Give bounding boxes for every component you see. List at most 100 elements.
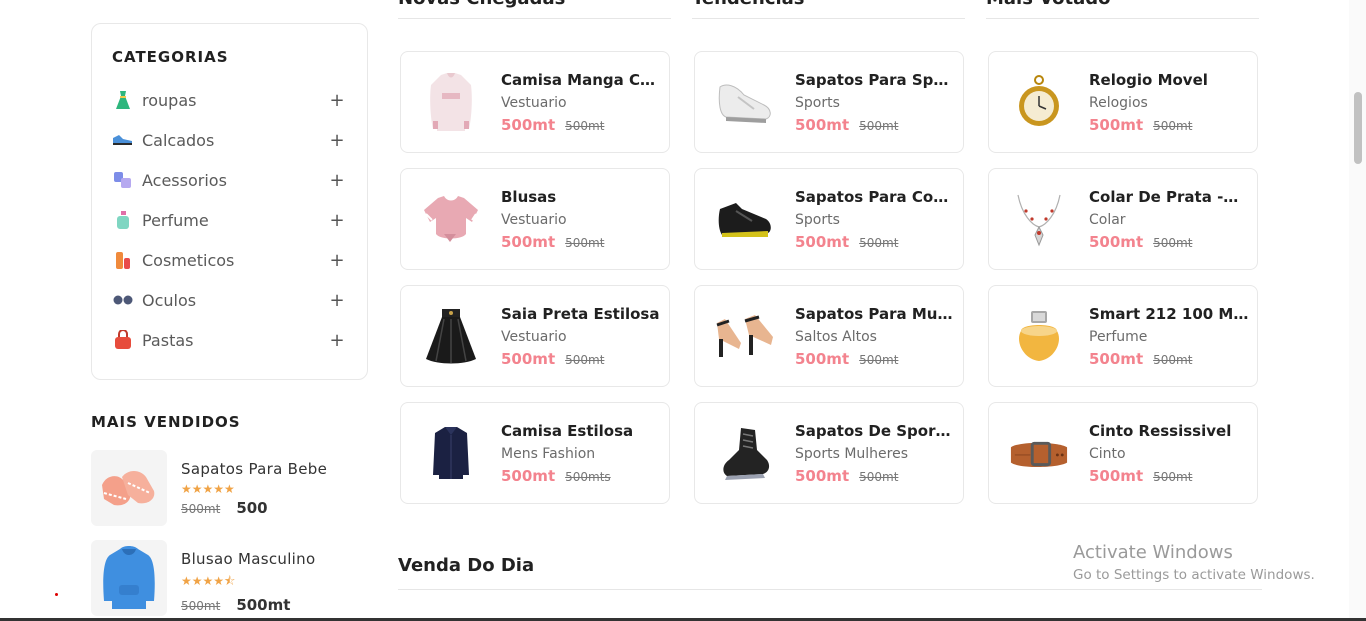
product-name[interactable]: Blusas — [501, 188, 661, 206]
product-old-price: 500mt — [859, 235, 899, 250]
product-name[interactable]: Smart 212 100 Ml P... — [1089, 305, 1249, 323]
category-label: Cosmeticos — [142, 250, 235, 270]
product-card[interactable]: Cinto Ressissivel Cinto 500mt 500mt — [988, 402, 1258, 504]
category-label: Oculos — [142, 290, 197, 310]
category-cosmeticos[interactable]: Cosmeticos + — [112, 240, 347, 280]
boot-icon — [715, 184, 775, 254]
price: 500mt — [236, 596, 291, 614]
category-label: roupas — [142, 90, 197, 110]
best-seller-item[interactable]: Blusao Masculino ★★★★⯪ 500mt 500mt — [91, 540, 315, 616]
product-name[interactable]: Sapatos De Sport ... — [795, 422, 955, 440]
product-name[interactable]: Sapatos Para Spor... — [795, 71, 955, 89]
product-name[interactable]: Cinto Ressissivel — [1089, 422, 1249, 440]
category-perfume[interactable]: Perfume + — [112, 200, 347, 240]
product-card[interactable]: Camisa Estilosa Mens Fashion 500mt 500mts — [400, 402, 670, 504]
product-category: Perfume — [1089, 328, 1148, 345]
scrollbar-thumb[interactable] — [1354, 92, 1362, 164]
product-name[interactable]: Relogio Movel — [1089, 71, 1249, 89]
product-card[interactable]: Blusas Vestuario 500mt 500mt — [400, 168, 670, 270]
expand-icon[interactable]: + — [329, 330, 345, 351]
best-sellers-title: MAIS VENDIDOS — [91, 413, 241, 431]
category-calcados[interactable]: Calcados + — [112, 120, 347, 160]
product-price: 500mt — [501, 115, 556, 134]
heels-icon — [715, 301, 775, 371]
product-card[interactable]: Sapatos Para Spor... Sports 500mt 500mt — [694, 51, 964, 153]
categories-title: CATEGORIAS — [112, 48, 229, 66]
product-price: 500mt — [501, 349, 556, 368]
expand-icon[interactable]: + — [329, 90, 345, 111]
activation-watermark-subtitle: Go to Settings to activate Windows. — [1073, 567, 1315, 583]
expand-icon[interactable]: + — [329, 290, 345, 311]
hoodie-icon[interactable] — [91, 540, 167, 616]
product-card[interactable]: Sapatos Para Mulh... Saltos Altos 500mt 5… — [694, 285, 964, 387]
best-seller-name[interactable]: Sapatos Para Bebe — [181, 460, 327, 478]
product-category: Sports — [795, 94, 840, 111]
expand-icon[interactable]: + — [329, 170, 345, 191]
product-card[interactable]: Camisa Manga Co... Vestuario 500mt 500mt — [400, 51, 670, 153]
product-price: 500mt — [501, 232, 556, 251]
product-card[interactable]: Sapatos Para Corri... Sports 500mt 500mt — [694, 168, 964, 270]
product-old-price: 500mt — [859, 469, 899, 484]
product-category: Vestuario — [501, 328, 567, 345]
skirt-icon — [421, 301, 481, 371]
product-category: Vestuario — [501, 94, 567, 111]
expand-icon[interactable]: + — [329, 250, 345, 271]
product-category: Cinto — [1089, 445, 1126, 462]
necklace-icon — [1009, 184, 1069, 254]
rating-stars: ★★★★⯪ — [181, 574, 236, 588]
product-price: 500mt — [1089, 115, 1144, 134]
product-category: Sports — [795, 211, 840, 228]
product-old-price: 500mt — [859, 352, 899, 367]
divider — [398, 589, 1262, 590]
decorative-dot — [55, 593, 58, 596]
baby-shoes-icon[interactable] — [91, 450, 167, 526]
product-category: Mens Fashion — [501, 445, 596, 462]
old-price: 500mt — [181, 502, 221, 516]
shirt-icon — [421, 67, 481, 137]
product-price: 500mt — [1089, 349, 1144, 368]
product-name[interactable]: Saia Preta Estilosa — [501, 305, 661, 323]
best-seller-name[interactable]: Blusao Masculino — [181, 550, 315, 568]
accessories-icon — [112, 169, 134, 191]
product-old-price: 500mt — [1153, 118, 1193, 133]
category-roupas[interactable]: roupas + — [112, 80, 347, 120]
product-name[interactable]: Camisa Estilosa — [501, 422, 661, 440]
category-label: Calcados — [142, 130, 215, 150]
product-price: 500mt — [795, 466, 850, 485]
category-acessorios[interactable]: Acessorios + — [112, 160, 347, 200]
product-price: 500mt — [795, 232, 850, 251]
product-old-price: 500mt — [565, 352, 605, 367]
product-old-price: 500mt — [1153, 469, 1193, 484]
product-card[interactable]: Saia Preta Estilosa Vestuario 500mt 500mt — [400, 285, 670, 387]
category-label: Acessorios — [142, 170, 227, 190]
product-card[interactable]: Sapatos De Sport ... Sports Mulheres 500… — [694, 402, 964, 504]
category-pastas[interactable]: Pastas + — [112, 320, 347, 360]
expand-icon[interactable]: + — [329, 210, 345, 231]
blouse-icon — [421, 184, 481, 254]
product-card[interactable]: Smart 212 100 Ml P... Perfume 500mt 500mt — [988, 285, 1258, 387]
product-category: Colar — [1089, 211, 1126, 228]
perfume-bottle-icon — [1009, 301, 1069, 371]
product-card[interactable]: Colar De Prata -Ci... Colar 500mt 500mt — [988, 168, 1258, 270]
product-category: Saltos Altos — [795, 328, 877, 345]
product-old-price: 500mt — [859, 118, 899, 133]
product-category: Vestuario — [501, 211, 567, 228]
product-name[interactable]: Camisa Manga Co... — [501, 71, 661, 89]
divider — [398, 18, 671, 19]
product-name[interactable]: Colar De Prata -Ci... — [1089, 188, 1249, 206]
product-name[interactable]: Sapatos Para Corri... — [795, 188, 955, 206]
product-price: 500mt — [795, 115, 850, 134]
column-heading-new-arrivals: Novas Chegadas — [398, 0, 565, 9]
product-card[interactable]: Relogio Movel Relogios 500mt 500mt — [988, 51, 1258, 153]
expand-icon[interactable]: + — [329, 130, 345, 151]
category-oculos[interactable]: Oculos + — [112, 280, 347, 320]
divider — [986, 18, 1259, 19]
perfume-icon — [112, 209, 134, 231]
best-seller-item[interactable]: Sapatos Para Bebe ★★★★★ 500mt 500 — [91, 450, 327, 526]
sneaker-icon — [715, 67, 775, 137]
product-old-price: 500mt — [1153, 235, 1193, 250]
dress-icon — [112, 89, 134, 111]
product-name[interactable]: Sapatos Para Mulh... — [795, 305, 955, 323]
column-heading-top-rated: Mais Votado — [986, 0, 1111, 9]
pocket-watch-icon — [1009, 67, 1069, 137]
